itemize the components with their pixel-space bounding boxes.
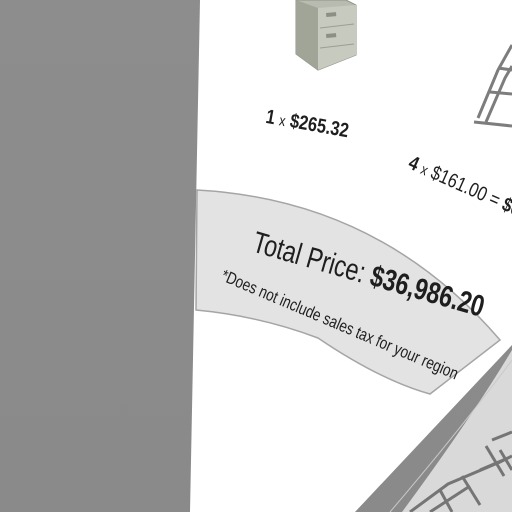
ar-cart-scene: 1 x $265.32 4 x $161.00 = $64 Total Pric…: [0, 0, 512, 512]
